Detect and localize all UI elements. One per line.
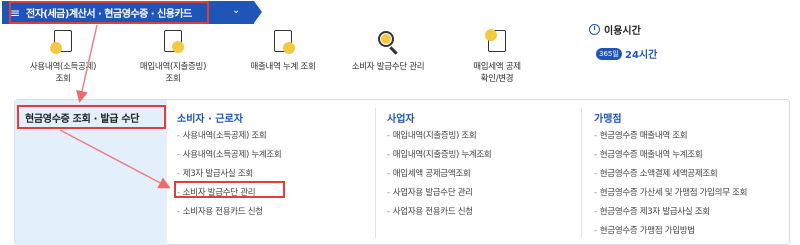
arrow-nav-to-category: [76, 24, 98, 103]
page: ≡ 전자(세금)계산서 · 현금영수증 · 신용카드 ⌄ 사용내역(소득공제) …: [0, 0, 800, 245]
guide-arrows: [59, 24, 171, 189]
arrow-category-to-item: [59, 129, 171, 189]
